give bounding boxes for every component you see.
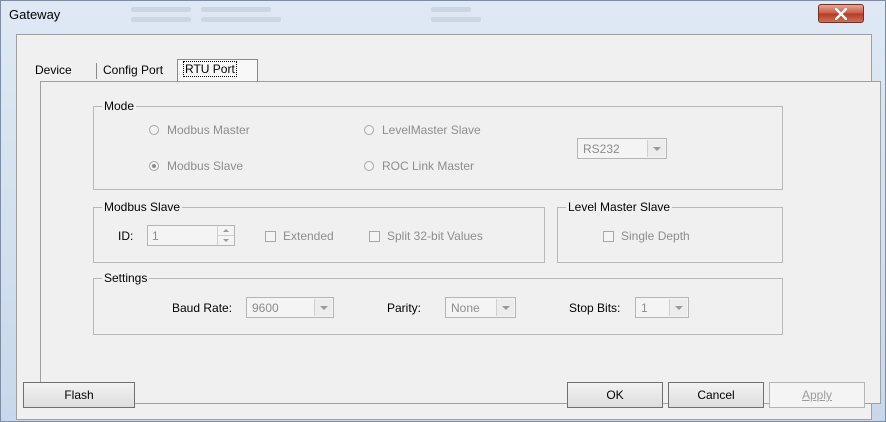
settings-legend: Settings <box>102 271 150 285</box>
tab-separator <box>96 63 97 79</box>
select-value: None <box>451 301 480 315</box>
radio-label: LevelMaster Slave <box>382 123 481 137</box>
button-label: Apply <box>801 388 833 402</box>
checkbox-indicator <box>265 230 276 242</box>
tab-rtu-port[interactable]: RTU Port <box>177 59 258 82</box>
tab-label: Device <box>35 63 72 77</box>
checkbox-indicator <box>603 230 614 242</box>
select-value: RS232 <box>583 142 620 156</box>
extended-checkbox[interactable]: Extended <box>265 229 334 243</box>
chevron-down-icon <box>669 299 687 316</box>
checkbox-label: Split 32-bit Values <box>387 229 483 243</box>
mode-legend: Mode <box>102 99 137 113</box>
gateway-window: Gateway Device Config Port RTU Port Mode… <box>0 0 886 422</box>
radio-label: Modbus Master <box>167 123 250 137</box>
level-master-slave-group: Level Master Slave Single Depth <box>557 200 783 263</box>
rtu-port-panel: Mode Modbus Master Modbus Slave LevelMas… <box>40 81 881 404</box>
roc-link-master-radio[interactable]: ROC Link Master <box>364 159 474 173</box>
id-value: 1 <box>152 229 159 243</box>
chevron-down-icon <box>647 140 665 157</box>
close-button[interactable] <box>818 4 864 23</box>
select-value: 1 <box>641 301 648 315</box>
button-label: OK <box>606 388 624 402</box>
select-value: 9600 <box>252 301 279 315</box>
checkbox-indicator <box>369 230 380 242</box>
radio-indicator <box>149 125 159 135</box>
levelmaster-slave-radio[interactable]: LevelMaster Slave <box>364 123 481 137</box>
cancel-button[interactable]: Cancel <box>668 382 764 408</box>
split-32bit-checkbox[interactable]: Split 32-bit Values <box>369 229 483 243</box>
stop-bits-select[interactable]: 1 <box>635 297 689 318</box>
parity-label: Parity: <box>387 301 422 315</box>
flash-button[interactable]: Flash <box>23 382 135 408</box>
button-label: Flash <box>64 388 94 402</box>
mode-group: Mode Modbus Master Modbus Slave LevelMas… <box>93 99 783 190</box>
radio-indicator <box>364 125 374 135</box>
id-spinner[interactable]: 1 <box>147 225 235 246</box>
modbus-slave-group: Modbus Slave ID: 1 Extended Split 32-bit… <box>93 200 545 263</box>
tab-label: RTU Port <box>183 61 237 77</box>
checkbox-label: Single Depth <box>621 229 690 243</box>
radio-indicator <box>149 161 159 171</box>
tab-device[interactable]: Device <box>30 61 77 82</box>
background-blur <box>431 17 481 22</box>
apply-button[interactable]: Apply <box>769 382 865 408</box>
stop-bits-label: Stop Bits: <box>569 301 621 315</box>
window-title: Gateway <box>9 7 61 22</box>
single-depth-checkbox[interactable]: Single Depth <box>603 229 690 243</box>
chevron-down-icon <box>314 299 332 316</box>
modbus-slave-legend: Modbus Slave <box>102 200 183 214</box>
tab-config-port[interactable]: Config Port <box>98 61 168 82</box>
modbus-master-radio[interactable]: Modbus Master <box>149 123 250 137</box>
title-bar[interactable]: Gateway <box>1 1 885 29</box>
spinner-buttons <box>217 226 234 245</box>
spinner-up-icon[interactable] <box>218 226 234 236</box>
checkbox-label: Extended <box>283 229 334 243</box>
modbus-slave-radio[interactable]: Modbus Slave <box>149 159 243 173</box>
tab-label: Config Port <box>103 63 164 77</box>
background-blur <box>431 7 471 12</box>
baud-rate-select[interactable]: 9600 <box>246 297 334 318</box>
radio-label: ROC Link Master <box>382 159 475 173</box>
background-blur <box>131 17 191 22</box>
settings-group: Settings Baud Rate: 9600 Parity: None St… <box>93 271 783 335</box>
baud-rate-label: Baud Rate: <box>172 301 233 315</box>
radio-label: Modbus Slave <box>167 159 244 173</box>
ok-button[interactable]: OK <box>567 382 663 408</box>
id-label: ID: <box>118 229 134 243</box>
button-label: Cancel <box>697 388 735 402</box>
background-blur <box>131 7 191 12</box>
background-blur <box>201 17 281 22</box>
background-blur <box>201 7 271 12</box>
radio-indicator <box>364 161 374 171</box>
spinner-down-icon[interactable] <box>218 236 234 245</box>
close-icon <box>835 8 847 20</box>
dialog-client: Device Config Port RTU Port Mode Modbus … <box>16 34 881 420</box>
level-master-slave-legend: Level Master Slave <box>566 200 673 214</box>
chevron-down-icon <box>496 299 514 316</box>
interface-select[interactable]: RS232 <box>577 138 667 159</box>
parity-select[interactable]: None <box>445 297 516 318</box>
